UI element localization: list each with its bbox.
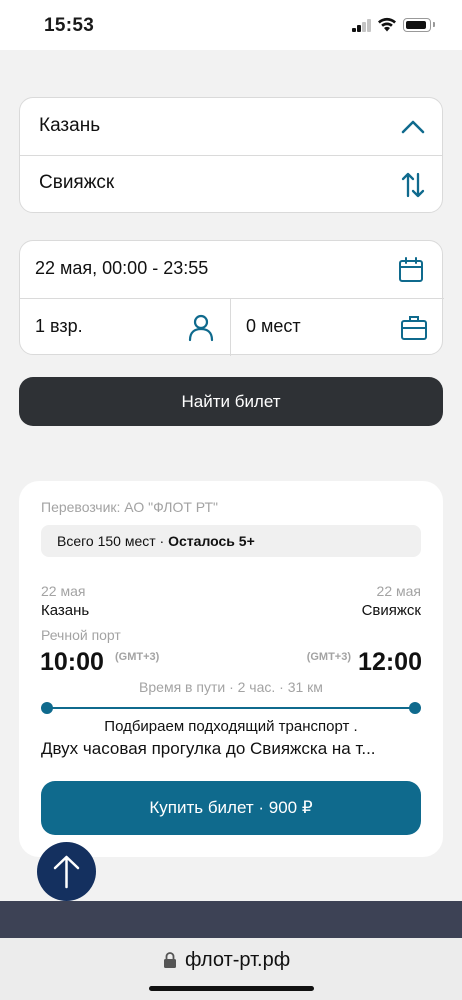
route-selector: Казань Свияжск xyxy=(19,97,443,213)
status-bar: 15:53 xyxy=(0,0,462,50)
seats-availability: Всего 150 мест · Осталось 5+ xyxy=(41,525,421,557)
status-time: 15:53 xyxy=(44,15,95,36)
person-icon xyxy=(188,314,214,342)
departure-city: Казань xyxy=(41,602,90,619)
departure-port: Речной порт xyxy=(41,627,121,643)
lock-icon xyxy=(164,952,176,968)
route-end-dot xyxy=(409,702,421,714)
date-field[interactable]: 22 мая, 00:00 - 23:55 xyxy=(20,241,442,299)
arrow-up-icon xyxy=(53,855,80,889)
transport-status: Подбираем подходящий транспорт . xyxy=(104,718,358,735)
wifi-icon xyxy=(378,17,396,32)
seats-total: Всего 150 мест · xyxy=(57,533,169,549)
from-city: Казань xyxy=(39,115,101,136)
arrival-date: 22 мая xyxy=(376,583,421,599)
arrival-city: Свияжск xyxy=(361,602,421,619)
luggage-field[interactable]: 0 мест xyxy=(231,298,444,356)
to-field[interactable]: Свияжск xyxy=(20,155,442,213)
home-indicator xyxy=(149,986,314,991)
calendar-icon[interactable] xyxy=(396,255,426,285)
ticket-card: Перевозчик: АО "ФЛОТ РТ" Всего 150 мест … xyxy=(19,481,443,857)
cellular-signal-icon xyxy=(352,19,372,32)
departure-time: 10:00 xyxy=(40,648,104,676)
url-text[interactable]: флот-рт.рф xyxy=(185,949,290,972)
battery-icon xyxy=(403,18,431,32)
find-ticket-button[interactable]: Найти билет xyxy=(19,377,443,426)
chevron-up-icon[interactable] xyxy=(398,112,428,142)
route-line xyxy=(46,707,416,709)
page-footer xyxy=(0,901,462,938)
buy-ticket-button[interactable]: Купить билет · 900 ₽ xyxy=(41,781,421,835)
carrier-label: Перевозчик: АО "ФЛОТ РТ" xyxy=(41,499,219,515)
date-range: 22 мая, 00:00 - 23:55 xyxy=(35,258,209,278)
passengers-value: 1 взр. xyxy=(35,316,83,336)
swap-arrows-icon[interactable] xyxy=(398,170,428,200)
trip-options: 22 мая, 00:00 - 23:55 1 взр. 0 мест xyxy=(19,240,444,356)
from-field[interactable]: Казань xyxy=(20,98,442,156)
trip-duration: Время в пути · 2 час. · 31 км xyxy=(139,679,323,695)
passengers-field[interactable]: 1 взр. xyxy=(20,298,231,356)
scroll-to-top-button[interactable] xyxy=(37,842,96,901)
trip-description: Двух часовая прогулка до Свияжска на т..… xyxy=(41,739,376,758)
route-start-dot xyxy=(41,702,53,714)
to-city: Свияжск xyxy=(39,172,115,193)
arrival-timezone: (GMT+3) xyxy=(306,651,351,663)
departure-timezone: (GMT+3) xyxy=(115,651,160,663)
seats-left: Осталось 5+ xyxy=(168,533,255,549)
suitcase-icon xyxy=(401,316,427,340)
departure-date: 22 мая xyxy=(41,583,86,599)
luggage-value: 0 мест xyxy=(246,316,301,336)
arrival-time: 12:00 xyxy=(358,648,422,676)
